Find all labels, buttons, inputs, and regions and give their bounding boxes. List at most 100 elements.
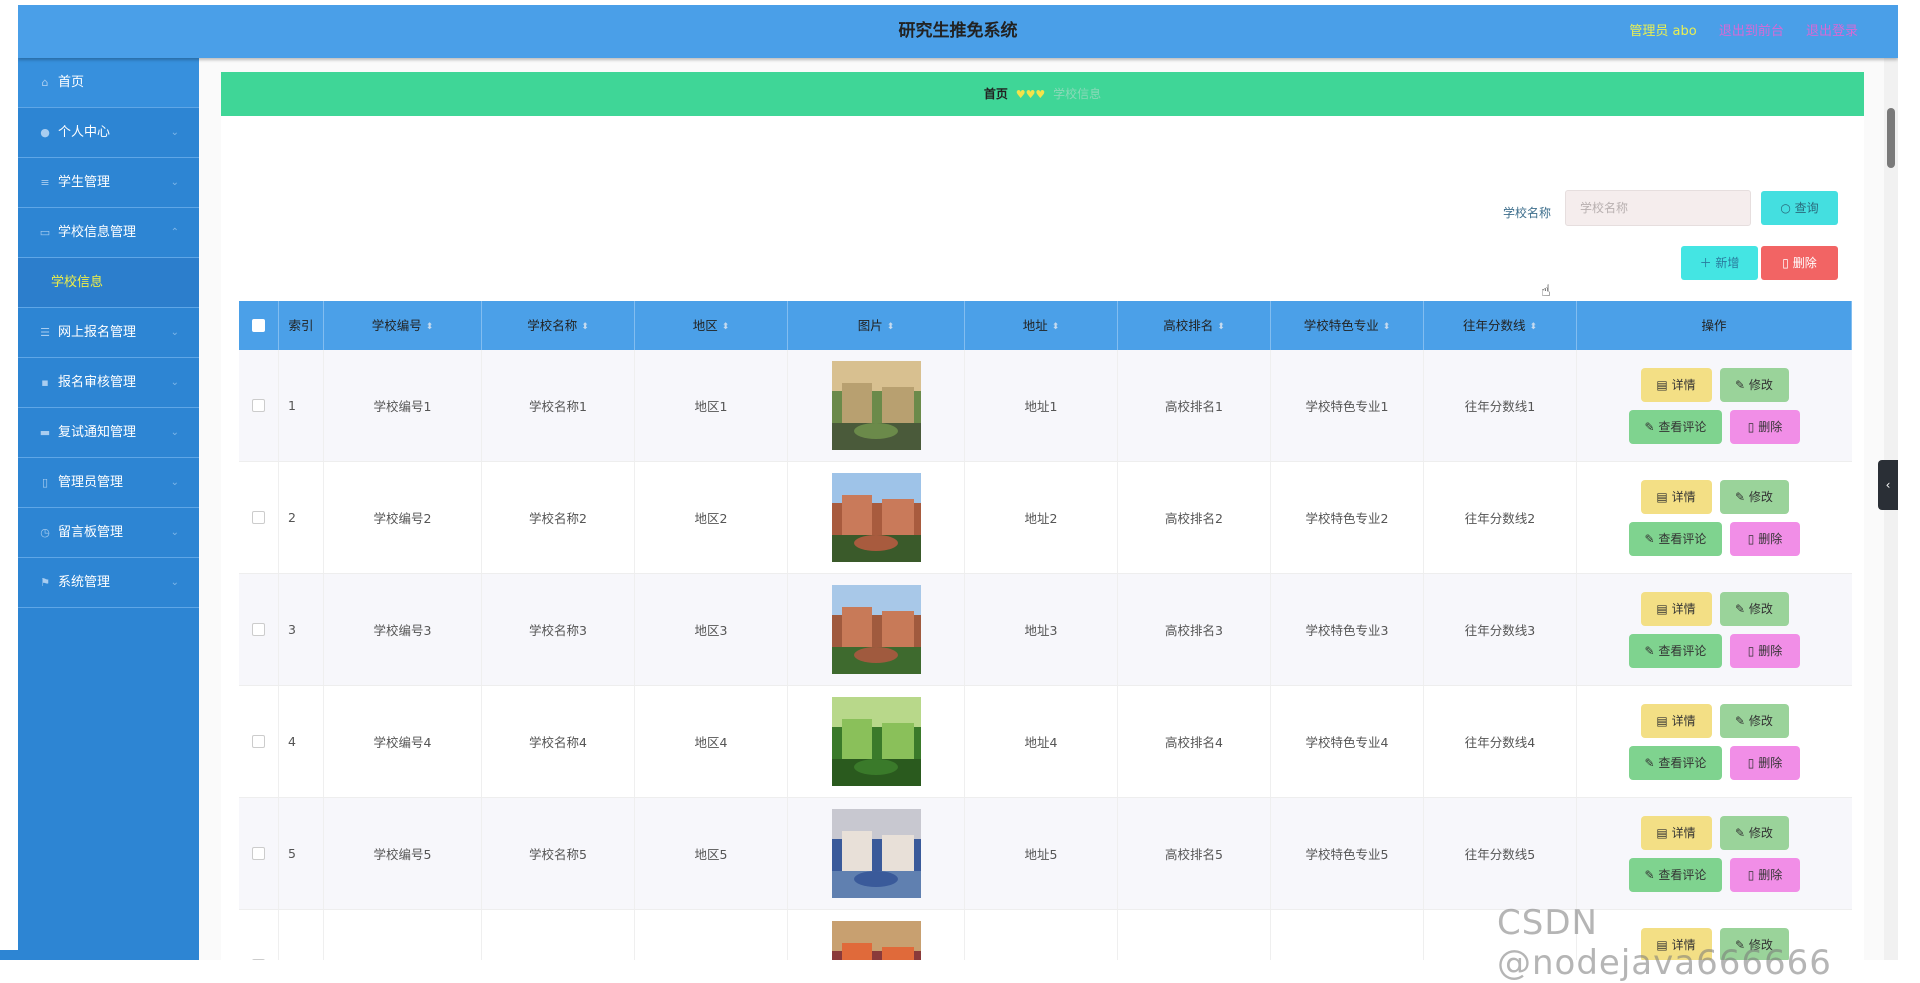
cell-rank: 高校排名6	[1118, 910, 1271, 960]
taskbar-corner	[0, 950, 72, 960]
batch-delete-button[interactable]: ▯ 删除	[1761, 246, 1838, 280]
edit-button[interactable]: ✎ 修改	[1719, 703, 1789, 738]
row-select-cell	[239, 462, 279, 573]
cell-rank: 高校排名1	[1118, 350, 1271, 461]
row-checkbox[interactable]	[252, 399, 265, 412]
detail-button[interactable]: ▤ 详情	[1640, 479, 1712, 514]
cell-code: 学校编号2	[324, 462, 482, 573]
cell-rank: 高校排名5	[1118, 798, 1271, 909]
detail-button[interactable]: ▤ 详情	[1640, 703, 1712, 738]
sidebar-item-9[interactable]: ⚑ 系统管理 ⌄	[18, 558, 199, 608]
message-icon: ▬	[39, 426, 51, 439]
sort-icon[interactable]: ⬍	[1529, 322, 1537, 332]
delete-button[interactable]: ▯ 删除	[1730, 521, 1800, 556]
detail-button[interactable]: ▤ 详情	[1640, 367, 1712, 402]
sidebar-item-label: 留言板管理	[58, 525, 124, 540]
delete-button[interactable]: ▯ 删除	[1730, 633, 1800, 668]
edit-button[interactable]: ✎ 修改	[1719, 815, 1789, 850]
sidebar-item-label: 个人中心	[58, 125, 111, 140]
view-comments-button[interactable]: ✎ 查看评论	[1629, 521, 1722, 556]
main-content: 首页 ♥♥♥ 学校信息 学校名称 ○ 查询 ＋ 新增 ▯ 删除 索引学校编号⬍学…	[199, 58, 1898, 960]
pencil-icon: ✎	[1735, 601, 1749, 616]
sidebar-item-8[interactable]: ◷ 留言板管理 ⌄	[18, 508, 199, 558]
sort-icon[interactable]: ⬍	[581, 322, 589, 332]
scrollbar-thumb[interactable]	[1887, 108, 1895, 168]
row-select-cell	[239, 574, 279, 685]
row-checkbox[interactable]	[252, 511, 265, 524]
column-header-3[interactable]: 地区 ⬍	[635, 301, 788, 350]
trash-icon: ▯	[1747, 755, 1759, 770]
document-icon: ▤	[1656, 377, 1672, 392]
cell-actions: ▤ 详情✎ 修改 ✎ 查看评论▯ 删除	[1577, 462, 1852, 573]
sidebar-item-5[interactable]: ▪ 报名审核管理 ⌄	[18, 358, 199, 408]
edit-button[interactable]: ✎ 修改	[1719, 367, 1789, 402]
cell-idx: 2	[279, 462, 324, 573]
select-all-checkbox[interactable]	[252, 319, 265, 332]
chevron-down-icon: ⌄	[170, 427, 179, 438]
cell-score: 往年分数线4	[1424, 686, 1577, 797]
cell-actions: ▤ 详情✎ 修改✎ 查看评论▯ 删除	[1577, 350, 1852, 461]
flag-icon: ⚑	[40, 576, 50, 589]
cell-addr: 地址3	[965, 574, 1118, 685]
view-comments-button[interactable]: ✎ 查看评论	[1629, 745, 1722, 780]
cell-major: 学校特色专业4	[1271, 686, 1424, 797]
row-checkbox[interactable]	[252, 847, 265, 860]
column-header-label: 索引	[288, 318, 314, 333]
column-header-7[interactable]: 学校特色专业 ⬍	[1271, 301, 1424, 350]
school-photo	[831, 697, 921, 786]
sidebar-item-4[interactable]: ☰ 网上报名管理 ⌄	[18, 308, 199, 358]
delete-button[interactable]: ▯ 删除	[1730, 857, 1800, 892]
side-collapse-tab[interactable]: ‹	[1878, 460, 1898, 510]
delete-button[interactable]: ▯ 删除	[1730, 409, 1800, 444]
sort-icon[interactable]: ⬍	[1217, 322, 1225, 332]
column-header-4[interactable]: 图片 ⬍	[788, 301, 965, 350]
content-panel: 学校名称 ○ 查询 ＋ 新增 ▯ 删除 索引学校编号⬍学校名称⬍地区⬍图片⬍地址…	[221, 116, 1864, 960]
sort-icon[interactable]: ⬍	[1052, 322, 1060, 332]
row-checkbox[interactable]	[252, 735, 265, 748]
query-button[interactable]: ○ 查询	[1761, 191, 1838, 225]
top-bar: 研究生推免系统 管理员 abo 退出到前台 退出登录	[18, 5, 1898, 58]
sort-icon[interactable]: ⬍	[1383, 322, 1391, 332]
sidebar-item-1[interactable]: ● 个人中心 ⌄	[18, 108, 199, 158]
sidebar-item-0[interactable]: ⌂ 首页	[18, 58, 199, 108]
edit-button[interactable]: ✎ 修改	[1719, 591, 1789, 626]
view-comments-button[interactable]: ✎ 查看评论	[1629, 857, 1722, 892]
detail-button[interactable]: ▤ 详情	[1640, 815, 1712, 850]
clipboard-icon: ▪	[41, 376, 49, 389]
detail-button-label: 详情	[1671, 377, 1696, 392]
breadcrumb-current: 学校信息	[1053, 87, 1102, 101]
sidebar-item-3[interactable]: ▭ 学校信息管理 ⌃	[18, 208, 199, 258]
sidebar-item-7[interactable]: ▯ 管理员管理 ⌄	[18, 458, 199, 508]
sidebar-item-2[interactable]: ≡ 学生管理 ⌄	[18, 158, 199, 208]
edit-button[interactable]: ✎ 修改	[1719, 479, 1789, 514]
cell-code: 学校编号3	[324, 574, 482, 685]
view-comments-button[interactable]: ✎ 查看评论	[1629, 409, 1722, 444]
sidebar-item-label: 管理员管理	[58, 475, 124, 490]
sort-icon[interactable]: ⬍	[722, 322, 730, 332]
row-select-cell	[239, 686, 279, 797]
logout-link[interactable]: 退出登录	[1806, 24, 1858, 39]
delete-button[interactable]: ▯ 删除	[1730, 745, 1800, 780]
column-header-5[interactable]: 地址 ⬍	[965, 301, 1118, 350]
detail-button[interactable]: ▤ 详情	[1640, 591, 1712, 626]
batch-delete-button-label: 删除	[1792, 256, 1817, 270]
school-photo	[831, 473, 921, 562]
school-name-search-input[interactable]	[1565, 190, 1751, 226]
sort-icon[interactable]: ⬍	[887, 322, 895, 332]
sort-icon[interactable]: ⬍	[426, 322, 434, 332]
list-icon: ≡	[40, 176, 50, 189]
view-comments-button[interactable]: ✎ 查看评论	[1629, 633, 1722, 668]
column-header-6[interactable]: 高校排名 ⬍	[1118, 301, 1271, 350]
add-button[interactable]: ＋ 新增	[1681, 246, 1758, 280]
column-header-8[interactable]: 往年分数线 ⬍	[1424, 301, 1577, 350]
back-to-front-link[interactable]: 退出到前台	[1719, 24, 1784, 39]
table-row: 2 学校编号2 学校名称2 地区2 地址2 高校排名2 学校特色专业2 往年分数线2 ▤ 详情 ✎…	[239, 462, 1852, 574]
view-comments-button-label: 查看评论	[1658, 643, 1707, 658]
breadcrumb-home[interactable]: 首页	[984, 87, 1008, 101]
sidebar-item-6[interactable]: ▬ 复试通知管理 ⌄	[18, 408, 199, 458]
column-header-2[interactable]: 学校名称 ⬍	[482, 301, 635, 350]
column-header-1[interactable]: 学校编号 ⬍	[324, 301, 482, 350]
row-checkbox[interactable]	[252, 623, 265, 636]
trash-icon: ▯	[1782, 256, 1793, 270]
sidebar-subitem-school-info[interactable]: 学校信息	[18, 258, 199, 308]
